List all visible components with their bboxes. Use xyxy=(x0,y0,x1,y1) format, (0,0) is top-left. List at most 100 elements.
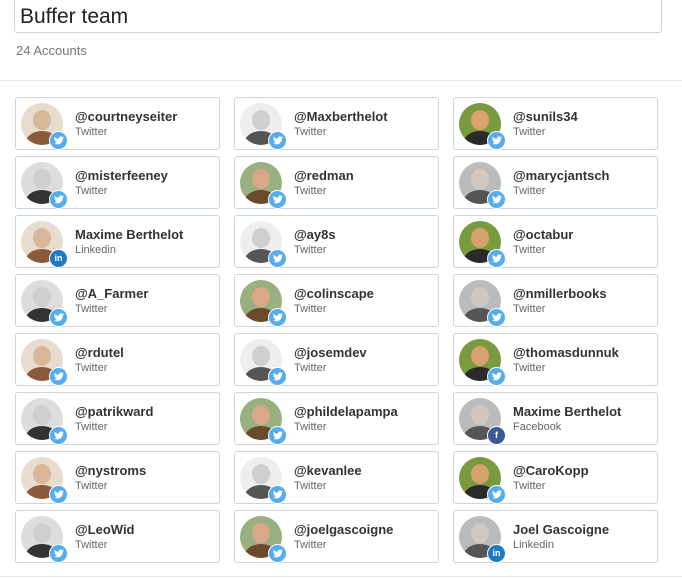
account-card[interactable]: in Joel Gascoigne Linkedin xyxy=(453,510,658,563)
twitter-icon xyxy=(268,131,287,150)
twitter-icon xyxy=(268,426,287,445)
account-count: 24 Accounts xyxy=(16,43,87,58)
account-card[interactable]: @CaroKopp Twitter xyxy=(453,451,658,504)
account-name: Maxime Berthelot xyxy=(75,227,184,242)
account-service: Twitter xyxy=(75,362,108,374)
account-name: @kevanlee xyxy=(294,463,362,478)
twitter-icon xyxy=(49,367,68,386)
account-grid: @courtneyseiter Twitter @Maxberthelot Tw… xyxy=(15,97,658,563)
account-name: Maxime Berthelot xyxy=(513,404,622,419)
account-name: @CaroKopp xyxy=(513,463,589,478)
account-name: @josemdev xyxy=(294,345,367,360)
linkedin-icon: in xyxy=(487,544,506,563)
twitter-icon xyxy=(487,131,506,150)
account-card[interactable]: @nystroms Twitter xyxy=(15,451,220,504)
account-name: @sunils34 xyxy=(513,109,578,124)
account-card[interactable]: @redman Twitter xyxy=(234,156,439,209)
account-name: @ay8s xyxy=(294,227,336,242)
facebook-icon: f xyxy=(487,426,506,445)
account-service: Twitter xyxy=(75,539,108,551)
account-name: @misterfeeney xyxy=(75,168,168,183)
account-card[interactable]: @octabur Twitter xyxy=(453,215,658,268)
twitter-icon xyxy=(268,249,287,268)
account-service: Twitter xyxy=(75,480,108,492)
account-card[interactable]: @Maxberthelot Twitter xyxy=(234,97,439,150)
twitter-icon xyxy=(268,367,287,386)
account-card[interactable]: @courtneyseiter Twitter xyxy=(15,97,220,150)
account-card[interactable]: in Maxime Berthelot Linkedin xyxy=(15,215,220,268)
account-name: @redman xyxy=(294,168,354,183)
account-card[interactable]: f Maxime Berthelot Facebook xyxy=(453,392,658,445)
twitter-icon xyxy=(268,190,287,209)
account-card[interactable]: @misterfeeney Twitter xyxy=(15,156,220,209)
account-service: Twitter xyxy=(513,244,546,256)
twitter-icon xyxy=(487,249,506,268)
account-service: Twitter xyxy=(294,126,327,138)
account-name: @phildelapampa xyxy=(294,404,398,419)
account-name: @rdutel xyxy=(75,345,124,360)
divider xyxy=(0,576,682,577)
account-service: Twitter xyxy=(513,362,546,374)
account-card[interactable]: @LeoWid Twitter xyxy=(15,510,220,563)
account-card[interactable]: @thomasdunnuk Twitter xyxy=(453,333,658,386)
linkedin-icon: in xyxy=(49,249,68,268)
group-title: Buffer team xyxy=(20,5,129,28)
account-service: Twitter xyxy=(294,303,327,315)
account-service: Twitter xyxy=(294,362,327,374)
account-card[interactable]: @marycjantsch Twitter xyxy=(453,156,658,209)
account-name: @nystroms xyxy=(75,463,147,478)
account-name: @marycjantsch xyxy=(513,168,610,183)
twitter-icon xyxy=(49,426,68,445)
account-card[interactable]: @A_Farmer Twitter xyxy=(15,274,220,327)
twitter-icon xyxy=(487,485,506,504)
twitter-icon xyxy=(268,544,287,563)
account-name: @Maxberthelot xyxy=(294,109,388,124)
account-name: @LeoWid xyxy=(75,522,135,537)
account-card[interactable]: @kevanlee Twitter xyxy=(234,451,439,504)
account-service: Linkedin xyxy=(75,244,116,256)
account-service: Twitter xyxy=(294,421,327,433)
account-service: Twitter xyxy=(513,303,546,315)
twitter-icon xyxy=(49,544,68,563)
account-card[interactable]: @ay8s Twitter xyxy=(234,215,439,268)
account-name: @A_Farmer xyxy=(75,286,149,301)
account-card[interactable]: @joelgascoigne Twitter xyxy=(234,510,439,563)
twitter-icon xyxy=(487,367,506,386)
twitter-icon xyxy=(487,308,506,327)
account-service: Twitter xyxy=(513,185,546,197)
account-service: Twitter xyxy=(75,421,108,433)
account-service: Twitter xyxy=(75,185,108,197)
twitter-icon xyxy=(49,190,68,209)
account-service: Twitter xyxy=(294,244,327,256)
twitter-icon xyxy=(268,308,287,327)
account-service: Twitter xyxy=(294,539,327,551)
account-service: Twitter xyxy=(513,480,546,492)
account-card[interactable]: @colinscape Twitter xyxy=(234,274,439,327)
account-name: @colinscape xyxy=(294,286,374,301)
account-service: Twitter xyxy=(294,480,327,492)
account-name: @thomasdunnuk xyxy=(513,345,619,360)
account-card[interactable]: @patrikward Twitter xyxy=(15,392,220,445)
divider xyxy=(0,80,682,81)
account-card[interactable]: @rdutel Twitter xyxy=(15,333,220,386)
account-card[interactable]: @phildelapampa Twitter xyxy=(234,392,439,445)
account-service: Twitter xyxy=(513,126,546,138)
group-title-input[interactable]: Buffer team xyxy=(14,0,662,33)
twitter-icon xyxy=(49,485,68,504)
twitter-icon xyxy=(49,131,68,150)
account-name: @octabur xyxy=(513,227,574,242)
twitter-icon xyxy=(268,485,287,504)
account-name: @joelgascoigne xyxy=(294,522,394,537)
account-card[interactable]: @nmillerbooks Twitter xyxy=(453,274,658,327)
twitter-icon xyxy=(49,308,68,327)
account-card[interactable]: @sunils34 Twitter xyxy=(453,97,658,150)
account-name: @patrikward xyxy=(75,404,154,419)
account-service: Twitter xyxy=(75,126,108,138)
account-name: Joel Gascoigne xyxy=(513,522,610,537)
account-service: Linkedin xyxy=(513,539,554,551)
account-service: Twitter xyxy=(294,185,327,197)
account-card[interactable]: @josemdev Twitter xyxy=(234,333,439,386)
account-service: Facebook xyxy=(513,421,562,433)
account-service: Twitter xyxy=(75,303,108,315)
account-name: @nmillerbooks xyxy=(513,286,607,301)
